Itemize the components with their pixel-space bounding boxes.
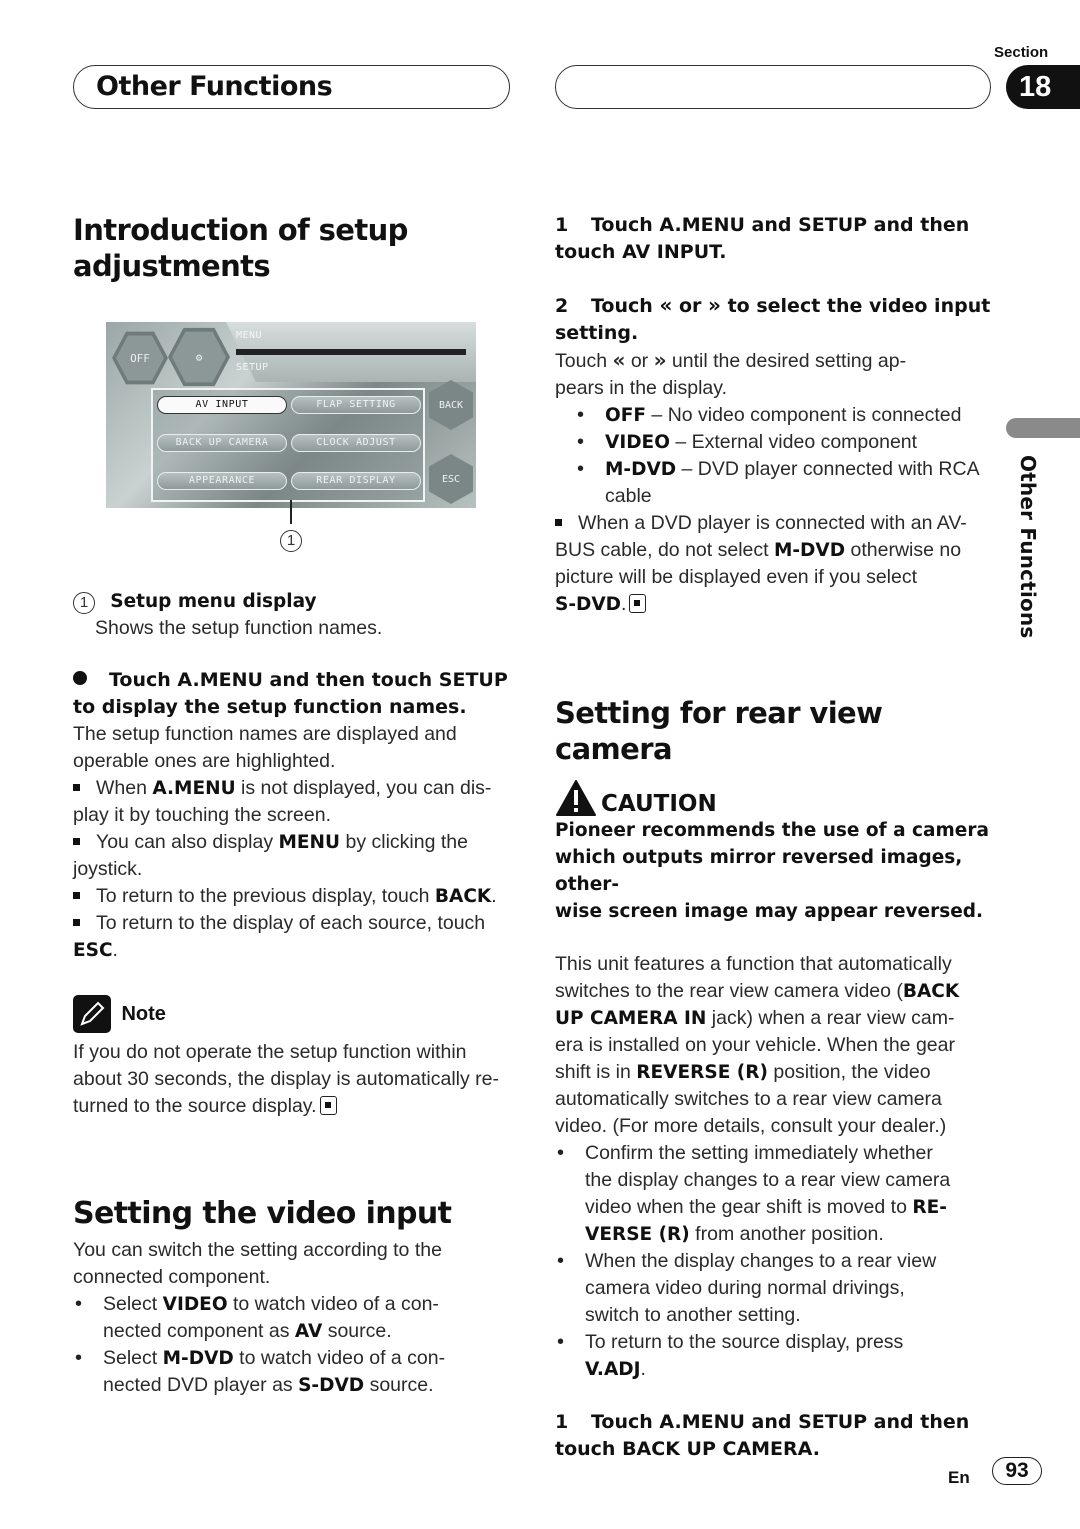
callout-line bbox=[290, 500, 292, 524]
callout-marker: 1 bbox=[280, 530, 302, 552]
side-tab-label: Other Functions bbox=[1016, 455, 1040, 639]
warning-triangle-icon bbox=[556, 780, 596, 816]
page-number: 93 bbox=[992, 1457, 1042, 1485]
instruction-line2: to display the setup function names. bbox=[73, 696, 467, 718]
video-step-2: 2 Touch « or » to select the video input s… bbox=[555, 293, 991, 344]
video-step-1: 1 Touch A.MENU and SETUP and then touch AV… bbox=[555, 214, 970, 263]
screen-btn-clock-adjust: CLOCK ADJUST bbox=[291, 434, 421, 452]
video-input-title: Setting the video input bbox=[73, 1196, 452, 1231]
option-video: VIDEO – External video component bbox=[575, 429, 1000, 456]
setup-menu-screenshot: MENU SETUP OFF ⚙ AV INPUT FLAP SETTING B… bbox=[106, 322, 476, 508]
square-bullet-icon bbox=[73, 919, 80, 926]
callout-number: 1 bbox=[280, 530, 302, 552]
left-double-chevron-icon: « bbox=[659, 293, 673, 317]
rear-camera-section: Setting for rear view camera CAUTION Pio… bbox=[555, 695, 1000, 1463]
instruction-line1: Touch A.MENU and then touch SETUP bbox=[109, 669, 508, 691]
option-m-dvd: M-DVD – DVD player connected with RCAcab… bbox=[575, 456, 1000, 510]
intro-note-4: To return to the display of each source,… bbox=[73, 912, 486, 961]
setup-tools-icon: ⚙ bbox=[168, 327, 230, 387]
video-steps: 1 Touch A.MENU and SETUP and then touch AV… bbox=[555, 212, 1000, 618]
chapter-header: Other Functions bbox=[73, 65, 510, 109]
intro-title: Introduction of setup adjustments bbox=[73, 212, 523, 284]
pencil-note-icon bbox=[73, 995, 111, 1033]
note-text: If you do not operate the setup function… bbox=[73, 1041, 499, 1117]
video-input-bullet-1: Select VIDEO to watch video of a con-nec… bbox=[73, 1291, 523, 1345]
setup-menu-grid: AV INPUT FLAP SETTING BACK UP CAMERA CLO… bbox=[151, 388, 425, 502]
screen-setup-label: SETUP bbox=[236, 362, 269, 373]
video-input-section: Setting the video input You can switch t… bbox=[73, 1196, 523, 1399]
note-box: Note If you do not operate the setup fun… bbox=[73, 995, 513, 1120]
screen-back-hex: BACK bbox=[429, 380, 473, 430]
chapter-title: Other Functions bbox=[96, 71, 333, 102]
screen-btn-appearance: APPEARANCE bbox=[157, 472, 287, 490]
right-double-chevron-icon: » bbox=[653, 348, 667, 372]
rear-camera-step-1: 1 Touch A.MENU and SETUP and then touch BA… bbox=[555, 1411, 970, 1460]
intro-title-line2: adjustments bbox=[73, 249, 271, 283]
video-input-bullet-2: Select M-DVD to watch video of a con-nec… bbox=[73, 1345, 523, 1399]
screen-esc-hex: ESC bbox=[429, 454, 473, 504]
square-bullet-icon bbox=[73, 892, 80, 899]
rear-camera-bullet-2: When the display changes to a rear viewc… bbox=[555, 1248, 1000, 1329]
header-empty-pill bbox=[555, 65, 991, 109]
square-bullet-icon bbox=[555, 519, 562, 526]
tools-glyph: ⚙ bbox=[172, 331, 226, 383]
square-bullet-icon bbox=[73, 784, 80, 791]
intro-title-line1: Introduction of setup bbox=[73, 213, 408, 247]
callout-desc: Shows the setup function names. bbox=[95, 617, 383, 639]
rear-camera-title: Setting for rear view camera bbox=[555, 696, 883, 766]
left-double-chevron-icon: « bbox=[612, 348, 626, 372]
screen-btn-flap-setting: FLAP SETTING bbox=[291, 396, 421, 414]
caution-header: CAUTION bbox=[555, 779, 1000, 817]
screen-progress-bar bbox=[236, 349, 466, 355]
screen-menu-label: MENU bbox=[236, 330, 263, 341]
bullet-dot bbox=[73, 671, 87, 685]
square-bullet-icon bbox=[73, 838, 80, 845]
note-label: Note bbox=[121, 1002, 166, 1025]
end-mark-icon bbox=[629, 594, 647, 613]
section-label: Section bbox=[994, 44, 1049, 61]
right-double-chevron-icon: » bbox=[708, 293, 721, 317]
screen-btn-av-input: AV INPUT bbox=[157, 396, 287, 414]
option-off: OFF – No video component is connected bbox=[575, 402, 1000, 429]
video-input-para: You can switch the setting according to … bbox=[73, 1239, 442, 1288]
screen-btn-back-up-camera: BACK UP CAMERA bbox=[157, 434, 287, 452]
intro-para: The setup function names are displayed a… bbox=[73, 723, 457, 772]
rear-camera-bullet-3: To return to the source display, pressV.… bbox=[555, 1329, 1000, 1383]
rear-camera-para: This unit features a function that autom… bbox=[555, 953, 960, 1137]
screen-off-hex: OFF bbox=[112, 331, 168, 385]
intro-note-3: To return to the previous display, touch… bbox=[73, 883, 523, 910]
screen-btn-rear-display: REAR DISPLAY bbox=[291, 472, 421, 490]
rear-camera-bullet-1: Confirm the setting immediately whethert… bbox=[555, 1140, 1000, 1248]
side-tab-marker bbox=[1006, 418, 1080, 438]
intro-note-2: You can also display MENU by clicking th… bbox=[73, 831, 468, 880]
intro-section: Introduction of setup adjustments bbox=[73, 212, 523, 284]
callout-desc-number: 1 bbox=[73, 592, 95, 614]
footer-language: En bbox=[948, 1468, 970, 1487]
screen-off-label: OFF bbox=[116, 335, 164, 381]
end-mark-icon bbox=[319, 1096, 337, 1115]
caution-label: CAUTION bbox=[601, 791, 717, 817]
intro-note-1: When A.MENU is not displayed, you can di… bbox=[73, 777, 492, 826]
section-number-tab: 18 bbox=[1006, 65, 1080, 109]
intro-instruction: Touch A.MENU and then touch SETUP to dis… bbox=[73, 667, 523, 964]
video-step-2-desc: Touch « or » until the desired setting a… bbox=[555, 348, 907, 399]
caution-text: Pioneer recommends the use of a camera wh… bbox=[555, 820, 989, 922]
av-bus-warning: When a DVD player is connected with an A… bbox=[555, 512, 967, 615]
callout-description: 1 Setup menu display Shows the setup fun… bbox=[73, 588, 523, 642]
callout-title: Setup menu display bbox=[110, 591, 317, 612]
